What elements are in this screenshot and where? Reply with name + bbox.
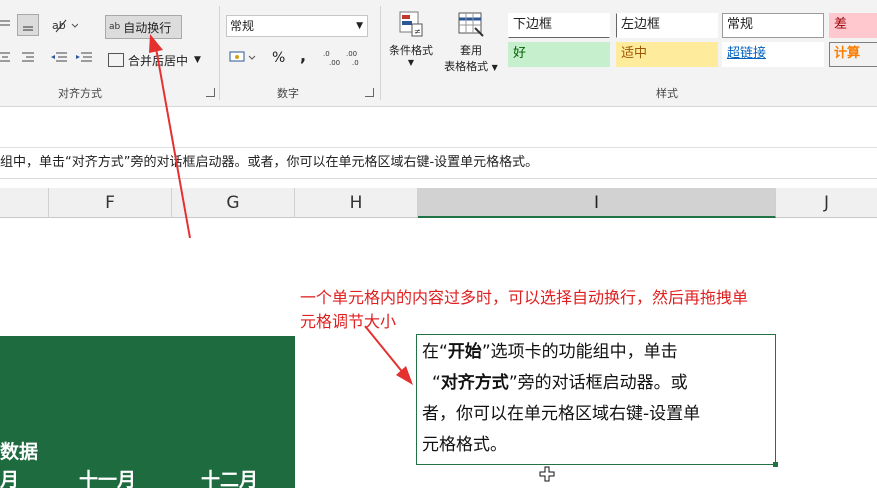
arrow-to-cell [364,325,405,375]
arrowhead-icon [149,34,163,53]
arrow-to-wrap-text [155,47,191,239]
annotation-arrows [149,34,413,385]
